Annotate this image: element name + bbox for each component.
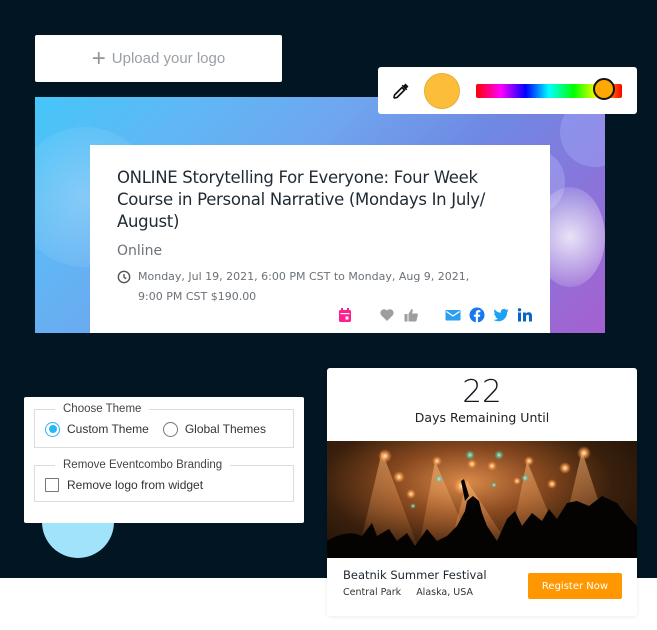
event-location: Online (117, 243, 163, 259)
upload-logo-label: Upload your logo (111, 50, 226, 67)
branding-group: Remove Eventcombo Branding Remove logo f… (34, 459, 294, 502)
festival-region: Alaska, USA (416, 587, 473, 598)
email-icon[interactable] (445, 307, 461, 323)
event-card: ONLINE Storytelling For Everyone: Four W… (90, 145, 550, 333)
choose-theme-legend: Choose Theme (63, 403, 142, 415)
hue-slider-thumb[interactable] (593, 77, 616, 100)
radio-global-themes[interactable] (162, 421, 178, 437)
global-themes-label: Global Themes (184, 422, 266, 436)
remove-logo-label: Remove logo from widget (67, 478, 204, 492)
plus-icon: + (91, 44, 106, 72)
event-datetime-text: Monday, Jul 19, 2021, 6:00 PM CST to Mon… (138, 270, 470, 303)
hue-slider[interactable] (476, 77, 622, 100)
concert-scene (327, 446, 637, 558)
eyedropper-icon[interactable] (392, 82, 410, 100)
days-remaining-label: Days Remaining Until (414, 410, 550, 425)
remove-logo-option[interactable]: Remove logo from widget (45, 478, 203, 492)
festival-info: Beatnik Summer Festival Central Park Ala… (343, 568, 487, 598)
selected-color-swatch[interactable] (424, 72, 460, 109)
remove-logo-checkbox[interactable] (45, 478, 59, 492)
twitter-icon[interactable] (493, 307, 509, 323)
calendar-icon[interactable] (337, 307, 353, 323)
upload-logo-button[interactable]: + Upload your logo (35, 35, 282, 82)
festival-venue: Central Park (343, 587, 402, 598)
countdown-widget: 22 Days Remaining Until Beatnik Summer F… (327, 368, 637, 616)
custom-theme-radio[interactable]: Custom Theme (45, 421, 149, 437)
heart-icon[interactable] (379, 307, 395, 323)
branding-legend: Remove Eventcombo Branding (63, 459, 223, 471)
linkedin-icon[interactable] (517, 307, 533, 323)
global-themes-radio[interactable]: Global Themes (162, 421, 266, 437)
custom-theme-label: Custom Theme (67, 422, 149, 436)
event-title: ONLINE Storytelling For Everyone: Four W… (117, 168, 485, 231)
thumbs-up-icon[interactable] (403, 307, 419, 323)
facebook-icon[interactable] (469, 307, 485, 323)
event-datetime: Monday, Jul 19, 2021, 6:00 PM CST to Mon… (117, 267, 523, 307)
days-remaining-count: 22 (462, 374, 502, 410)
festival-location: Central Park Alaska, USA (343, 587, 487, 598)
theme-settings-panel: Choose Theme Custom Theme Global Themes … (24, 397, 304, 523)
choose-theme-group: Choose Theme Custom Theme Global Themes (34, 403, 294, 448)
event-actions (329, 307, 533, 323)
concert-image (327, 441, 637, 558)
register-now-button[interactable]: Register Now (528, 573, 622, 599)
radio-custom-theme[interactable] (45, 421, 60, 437)
festival-name: Beatnik Summer Festival (343, 568, 487, 582)
clock-icon (117, 270, 131, 284)
color-picker (378, 67, 637, 114)
